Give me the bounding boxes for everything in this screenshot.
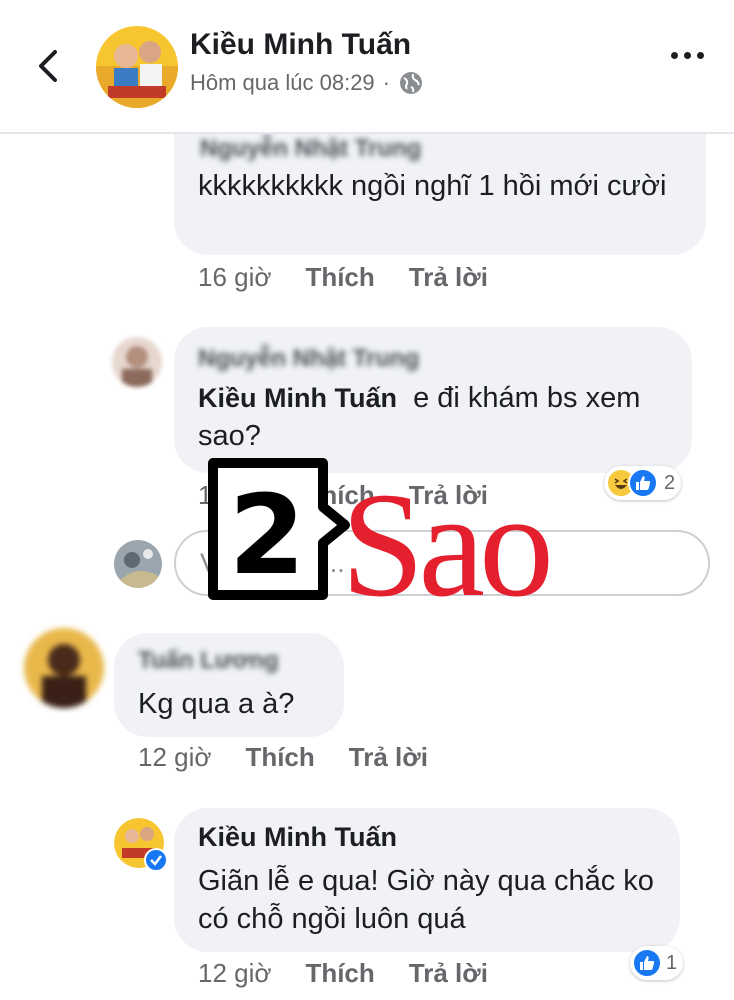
comment-text: Kg qua a à? — [138, 688, 295, 720]
comment-actions: 16 giờ Thích Trả lời — [198, 480, 488, 511]
comment-actions: 12 giờ Thích Trả lời — [138, 742, 428, 773]
globe-icon — [400, 72, 422, 94]
reaction-summary[interactable]: 1 — [630, 946, 684, 980]
author-avatar[interactable] — [96, 26, 178, 108]
reply-button[interactable]: Trả lời — [409, 958, 488, 989]
comment-time[interactable]: 16 giờ — [198, 262, 271, 293]
comment-bubble[interactable]: Tuấn Lương Kg qua a à? — [114, 633, 344, 737]
post-meta: Hôm qua lúc 08:29 · — [190, 70, 424, 96]
comment-text: Kiều Minh Tuấn e đi khám bs xem sao? — [198, 379, 668, 455]
reaction-summary[interactable]: 2 — [604, 466, 682, 500]
reply-button[interactable]: Trả lời — [409, 480, 488, 511]
comment-bubble[interactable]: Nguyễn Nhật Trung Kiều Minh Tuấn e đi kh… — [174, 327, 692, 473]
comment-actions: 16 giờ Thích Trả lời — [198, 262, 488, 293]
reply-placeholder: Viết trả lời... — [200, 547, 345, 578]
post-timestamp[interactable]: Hôm qua lúc 08:29 — [190, 70, 375, 96]
reply-button[interactable]: Trả lời — [409, 262, 488, 293]
dot-icon — [697, 52, 704, 59]
like-button[interactable]: Thích — [245, 742, 314, 773]
meta-separator: · — [382, 70, 390, 95]
like-reaction-icon — [632, 948, 662, 978]
mention-tag[interactable]: Kiều Minh Tuấn — [198, 383, 397, 413]
comment-author[interactable]: Nguyễn Nhật Trung — [198, 345, 419, 373]
comment-actions: 12 giờ Thích Trả lời — [198, 958, 488, 989]
dot-icon — [684, 52, 691, 59]
comment-bubble[interactable]: Kiều Minh Tuấn Giãn lễ e qua! Giờ này qu… — [174, 808, 680, 952]
comment-text: Giãn lễ e qua! Giờ này qua chắc ko có ch… — [198, 865, 654, 935]
reply-input[interactable]: Viết trả lời... — [174, 530, 710, 596]
comment-author[interactable]: Kiều Minh Tuấn — [198, 822, 397, 853]
comment-text: kkkkkkkkkk ngồi nghĩ 1 hồi mới cười — [198, 170, 667, 202]
reply-button[interactable]: Trả lời — [349, 742, 428, 773]
like-button[interactable]: Thích — [305, 262, 374, 293]
reaction-count: 1 — [666, 951, 678, 974]
back-button[interactable] — [28, 44, 68, 88]
comment-time[interactable]: 12 giờ — [138, 742, 211, 773]
current-user-avatar — [114, 540, 162, 588]
commenter-avatar[interactable] — [24, 628, 104, 708]
comment-time[interactable]: 16 giờ — [198, 480, 271, 511]
post-header: Kiều Minh Tuấn Hôm qua lúc 08:29 · — [0, 0, 734, 134]
author-name[interactable]: Kiều Minh Tuấn — [190, 28, 411, 62]
commenter-avatar[interactable] — [114, 818, 168, 872]
comment-author[interactable]: Tuấn Lương — [138, 647, 279, 675]
chevron-left-icon — [39, 50, 57, 82]
more-options-button[interactable] — [671, 52, 704, 59]
like-reaction-icon — [628, 468, 658, 498]
like-button[interactable]: Thích — [305, 480, 374, 511]
reaction-count: 2 — [664, 471, 676, 494]
dot-icon — [671, 52, 678, 59]
verified-badge-icon — [144, 848, 168, 872]
like-button[interactable]: Thích — [305, 958, 374, 989]
comment-author[interactable]: Nguyễn Nhật Trung — [200, 135, 421, 163]
commenter-avatar[interactable] — [112, 337, 162, 387]
comment-time[interactable]: 12 giờ — [198, 958, 271, 989]
